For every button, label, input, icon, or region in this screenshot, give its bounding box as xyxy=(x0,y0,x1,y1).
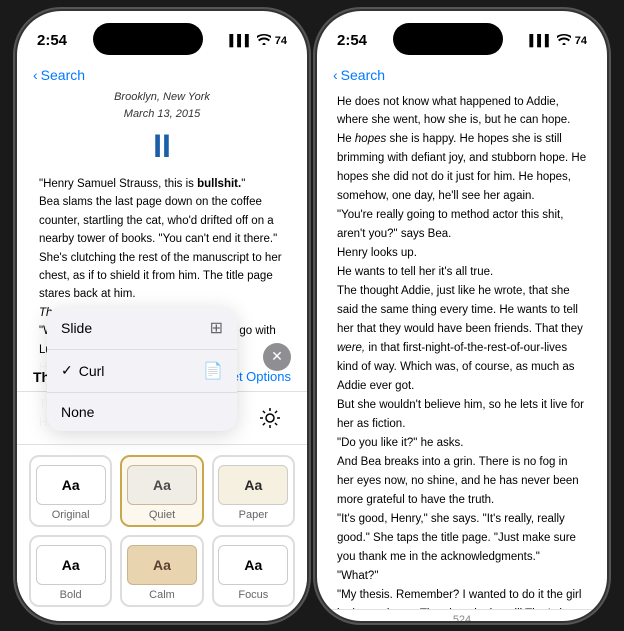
theme-original-preview: Aa xyxy=(36,465,106,505)
theme-bold-label: Bold xyxy=(60,589,82,601)
slide-label: Slide xyxy=(61,320,92,336)
curl-check-icon: ✓ xyxy=(61,362,73,379)
left-dynamic-island xyxy=(93,23,203,55)
signal-icon: ▌▌▌ xyxy=(229,35,252,47)
brightness-icon xyxy=(260,408,280,428)
theme-paper-preview: Aa xyxy=(218,465,288,505)
theme-focus-preview: Aa xyxy=(218,545,288,585)
theme-paper[interactable]: Aa Paper xyxy=(212,455,295,527)
theme-calm-label: Calm xyxy=(149,589,175,601)
theme-calm[interactable]: Aa Calm xyxy=(120,535,203,607)
page-number: 524 xyxy=(317,610,607,621)
left-nav-bar: ‹ Search xyxy=(17,63,307,89)
chevron-left-icon: ‹ xyxy=(33,67,38,83)
transition-slide[interactable]: Slide ⊞ xyxy=(47,307,237,350)
close-button[interactable]: ✕ xyxy=(263,343,291,371)
theme-focus[interactable]: Aa Focus xyxy=(212,535,295,607)
right-nav-bar: ‹ Search xyxy=(317,63,607,89)
right-battery-icon: 74 xyxy=(575,35,587,47)
theme-quiet[interactable]: Aa Quiet xyxy=(120,455,203,527)
theme-focus-text: Aa xyxy=(244,557,262,573)
right-back-button[interactable]: ‹ Search xyxy=(333,67,385,83)
right-wifi-icon xyxy=(557,34,571,48)
right-chevron-left-icon: ‹ xyxy=(333,67,338,83)
right-status-icons: ▌▌▌ 74 xyxy=(529,34,587,48)
slide-icon: ⊞ xyxy=(210,318,223,338)
right-signal-icon: ▌▌▌ xyxy=(529,35,552,47)
theme-focus-label: Focus xyxy=(238,589,268,601)
themes-grid: Aa Original Aa Quiet Aa Paper xyxy=(17,445,307,621)
theme-quiet-label: Quiet xyxy=(149,509,175,521)
none-label: None xyxy=(61,404,94,420)
transition-curl[interactable]: ✓ Curl 📄 xyxy=(47,350,237,393)
theme-quiet-text: Aa xyxy=(153,477,171,493)
chapter-header: Brooklyn, New YorkMarch 13, 2015 II xyxy=(39,89,285,165)
right-book-content: He does not know what happened to Addie,… xyxy=(317,89,607,609)
theme-quiet-preview: Aa xyxy=(127,465,197,505)
battery-icon: 74 xyxy=(275,35,287,47)
close-icon: ✕ xyxy=(271,348,283,365)
right-phone: 2:54 ▌▌▌ 74 ‹ Search He does not know wh… xyxy=(317,11,607,621)
left-back-label: Search xyxy=(41,67,85,83)
transition-none[interactable]: None xyxy=(47,393,237,431)
curl-label: Curl xyxy=(79,363,105,379)
transition-menu: Slide ⊞ ✓ Curl 📄 None xyxy=(47,307,237,431)
chapter-location: Brooklyn, New YorkMarch 13, 2015 xyxy=(39,89,285,123)
theme-bold[interactable]: Aa Bold xyxy=(29,535,112,607)
left-back-button[interactable]: ‹ Search xyxy=(33,67,85,83)
theme-original-text: Aa xyxy=(62,477,80,493)
left-time: 2:54 xyxy=(37,32,67,49)
theme-original-label: Original xyxy=(52,509,90,521)
curl-icon: 📄 xyxy=(203,361,223,381)
theme-calm-text: Aa xyxy=(153,557,171,573)
brightness-button[interactable] xyxy=(252,400,288,436)
phones-container: 2:54 ▌▌▌ 74 ‹ Search Brooklyn, New YorkM… xyxy=(17,11,607,621)
theme-paper-text: Aa xyxy=(244,477,262,493)
theme-calm-preview: Aa xyxy=(127,545,197,585)
left-status-bar: 2:54 ▌▌▌ 74 xyxy=(17,11,307,63)
chapter-numeral: II xyxy=(39,127,285,165)
right-dynamic-island xyxy=(393,23,503,55)
theme-bold-text: Aa xyxy=(62,557,80,573)
left-status-icons: ▌▌▌ 74 xyxy=(229,34,287,48)
right-status-bar: 2:54 ▌▌▌ 74 xyxy=(317,11,607,63)
wifi-icon xyxy=(257,34,271,48)
theme-paper-label: Paper xyxy=(239,509,268,521)
right-time: 2:54 xyxy=(337,32,367,49)
right-back-label: Search xyxy=(341,67,385,83)
left-phone: 2:54 ▌▌▌ 74 ‹ Search Brooklyn, New YorkM… xyxy=(17,11,307,621)
theme-original[interactable]: Aa Original xyxy=(29,455,112,527)
theme-bold-preview: Aa xyxy=(36,545,106,585)
